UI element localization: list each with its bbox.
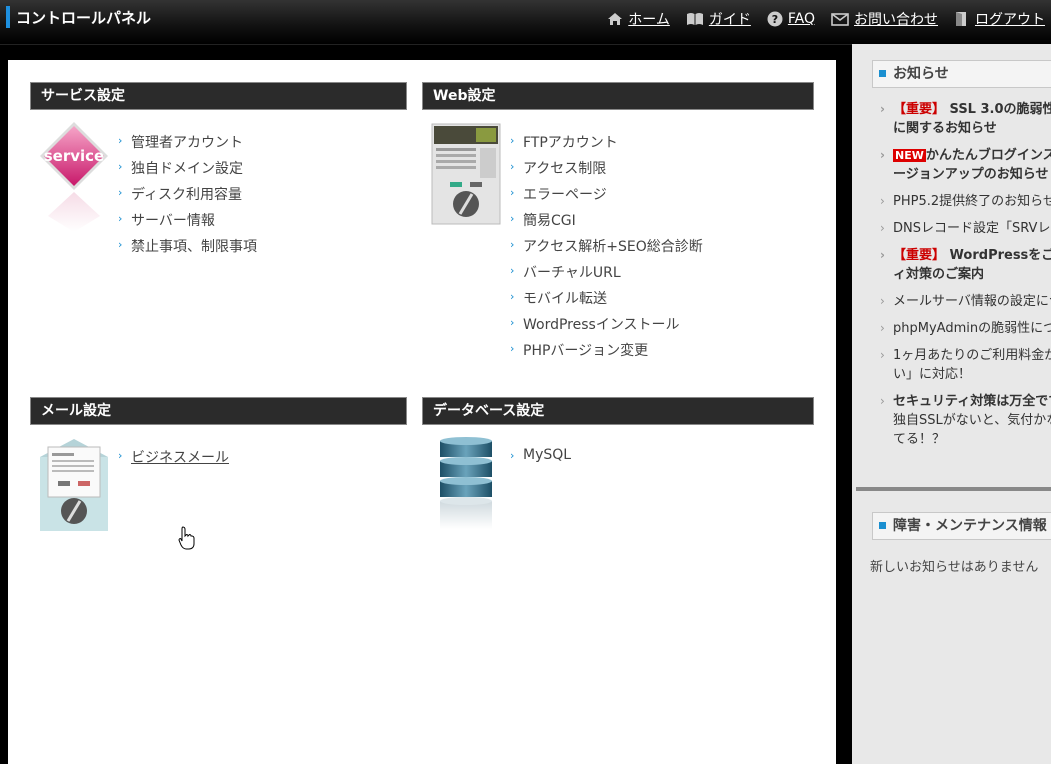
svg-text:?: ? xyxy=(772,13,778,26)
link-virtual-url[interactable]: › バーチャルURL xyxy=(510,262,703,288)
news-item[interactable]: PHP5.2提供終了のお知らせ xyxy=(880,192,1051,211)
service-image: service xyxy=(40,122,108,232)
news-item[interactable]: phpMyAdminの脆弱性につい xyxy=(880,319,1051,338)
arrow-icon: › xyxy=(118,160,123,173)
maintenance-heading: 障害・メンテナンス情報 xyxy=(872,512,1051,540)
svg-text:service: service xyxy=(44,147,104,165)
news-item[interactable]: 【重要】 WordPressをご利 ィ対策のご案内 xyxy=(880,246,1051,284)
top-bar: コントロールパネル ホーム ガイド ? FAQ お問い合わせ ログアウト xyxy=(0,0,1051,45)
arrow-icon: › xyxy=(510,186,515,199)
nav-guide[interactable]: ガイド xyxy=(686,9,751,29)
arrow-icon: › xyxy=(118,186,123,199)
database-icon xyxy=(440,437,492,529)
title-accent xyxy=(6,6,10,28)
link-restrictions[interactable]: › 禁止事項、制限事項 xyxy=(118,236,257,262)
sidebar-divider xyxy=(856,487,1051,491)
page-title: コントロールパネル xyxy=(16,9,152,27)
link-disk-usage[interactable]: › ディスク利用容量 xyxy=(118,184,257,210)
arrow-icon: › xyxy=(118,212,123,225)
nav-logout[interactable]: ログアウト xyxy=(954,9,1045,29)
section-title: Web設定 xyxy=(422,82,814,110)
arrow-icon: › xyxy=(510,238,515,251)
news-item[interactable]: メールサーバ情報の設定につ xyxy=(880,292,1051,311)
link-access-control[interactable]: › アクセス制限 xyxy=(510,158,703,184)
nav-faq[interactable]: ? FAQ xyxy=(767,9,815,29)
arrow-icon: › xyxy=(510,449,515,462)
link-server-info[interactable]: › サーバー情報 xyxy=(118,210,257,236)
top-nav: ホーム ガイド ? FAQ お問い合わせ ログアウト xyxy=(591,9,1045,29)
database-links: › MySQL xyxy=(510,447,571,473)
nav-contact[interactable]: お問い合わせ xyxy=(831,9,938,29)
database-settings-section: データベース設定 › MySQL xyxy=(422,397,814,529)
arrow-icon: › xyxy=(510,342,515,355)
link-simple-cgi[interactable]: › 簡易CGI xyxy=(510,210,703,236)
arrow-icon: › xyxy=(510,134,515,147)
service-links: › 管理者アカウント › 独自ドメイン設定 › ディスク利用容量 › サーバー情報 › 禁… xyxy=(118,132,257,262)
section-title: メール設定 xyxy=(30,397,407,425)
maintenance-message: 新しいお知らせはありません xyxy=(870,560,1039,575)
arrow-icon: › xyxy=(118,449,123,462)
link-error-page[interactable]: › エラーページ xyxy=(510,184,703,210)
bullet-square-icon xyxy=(879,522,886,529)
main-panel: サービス設定 service › 管理者アカウント › 独自ドメイン設定 › ディスク… xyxy=(8,60,836,764)
sidebar: お知らせ 【重要】 SSL 3.0の脆弱性( に関するお知らせ NEWかんたんブ… xyxy=(852,44,1051,764)
news-item[interactable]: セキュリティ対策は万全です 独自SSLがないと、気付かな てる！？ xyxy=(880,392,1051,449)
link-business-mail[interactable]: › ビジネスメール xyxy=(118,447,229,473)
link-ftp-account[interactable]: › FTPアカウント xyxy=(510,132,703,158)
question-icon: ? xyxy=(767,11,783,27)
hand-cursor-icon xyxy=(178,526,195,550)
logout-icon xyxy=(956,12,966,26)
web-page-image xyxy=(431,123,501,225)
arrow-icon: › xyxy=(510,290,515,303)
book-icon xyxy=(686,13,703,25)
mail-image xyxy=(40,439,108,531)
link-wordpress-install[interactable]: › WordPressインストール xyxy=(510,314,703,340)
new-badge: NEW xyxy=(893,149,926,162)
bullet-square-icon xyxy=(879,70,886,77)
mail-links: › ビジネスメール xyxy=(118,447,229,473)
link-mysql[interactable]: › MySQL xyxy=(510,447,571,473)
news-item[interactable]: 【重要】 SSL 3.0の脆弱性( に関するお知らせ xyxy=(880,100,1051,138)
arrow-icon: › xyxy=(510,316,515,329)
link-php-version[interactable]: › PHPバージョン変更 xyxy=(510,340,703,366)
section-title: データベース設定 xyxy=(422,397,814,425)
arrow-icon: › xyxy=(118,238,123,251)
mail-settings-section: メール設定 › ビジネスメール xyxy=(30,397,407,531)
service-settings-section: サービス設定 service › 管理者アカウント › 独自ドメイン設定 › ディスク… xyxy=(30,82,407,255)
arrow-icon: › xyxy=(510,212,515,225)
arrow-icon: › xyxy=(118,134,123,147)
link-admin-account[interactable]: › 管理者アカウント xyxy=(118,132,257,158)
link-access-analysis[interactable]: › アクセス解析+SEO総合診断 xyxy=(510,236,703,262)
news-heading: お知らせ xyxy=(872,60,1051,88)
home-icon xyxy=(608,13,623,25)
web-links: › FTPアカウント › アクセス制限 › エラーページ › 簡易CGI › アクセス解析… xyxy=(510,132,703,366)
arrow-icon: › xyxy=(510,264,515,277)
arrow-icon: › xyxy=(510,160,515,173)
news-item[interactable]: 1ヶ月あたりのご利用料金が い」に対応！ xyxy=(880,346,1051,384)
news-item[interactable]: NEWかんたんブログインス ージョンアップのお知らせ xyxy=(880,146,1051,184)
web-settings-section: Web設定 › FTPアカウント › アクセス制限 › エラーページ › 簡易C… xyxy=(422,82,814,359)
news-item[interactable]: DNSレコード設定「SRVレコ xyxy=(880,219,1051,238)
news-list: 【重要】 SSL 3.0の脆弱性( に関するお知らせ NEWかんたんブログインス… xyxy=(880,100,1051,457)
link-mobile-redirect[interactable]: › モバイル転送 xyxy=(510,288,703,314)
section-title: サービス設定 xyxy=(30,82,407,110)
nav-home[interactable]: ホーム xyxy=(607,9,670,29)
link-domain-settings[interactable]: › 独自ドメイン設定 xyxy=(118,158,257,184)
mail-icon xyxy=(831,12,849,26)
